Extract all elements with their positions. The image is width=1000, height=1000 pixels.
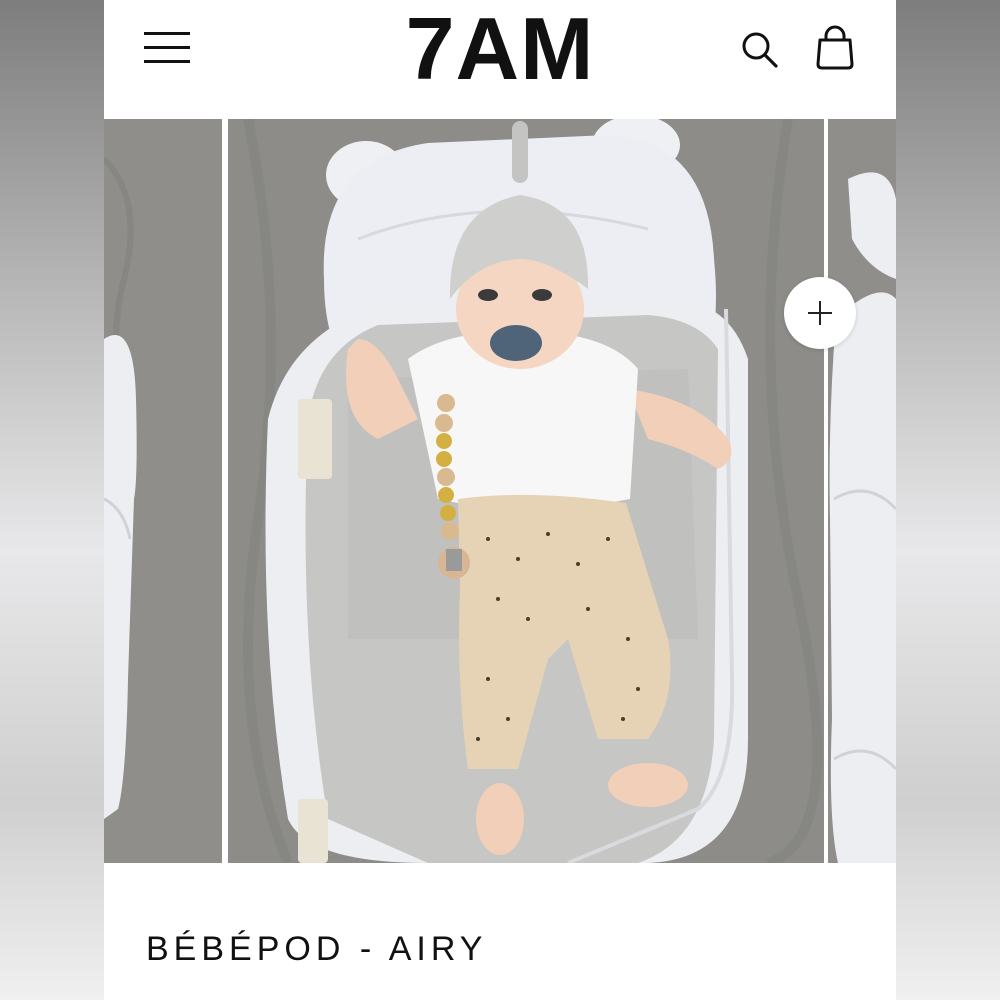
product-title: BÉBÉPOD - AIRY (146, 930, 488, 968)
product-image-bebepod (228, 119, 824, 863)
product-image-next (828, 119, 896, 863)
shopping-bag-icon (816, 25, 854, 70)
product-image-carousel[interactable] (104, 117, 896, 863)
app-screen: 7AM BÉBÉPOD - AIRY (104, 0, 896, 1000)
left-backdrop (0, 0, 104, 1000)
shopping-bag-button[interactable] (812, 24, 858, 72)
carousel-slide-current[interactable] (228, 119, 824, 863)
zoom-plus-button[interactable] (784, 277, 856, 349)
top-header: 7AM (104, 0, 896, 117)
search-button[interactable] (738, 28, 782, 72)
right-backdrop (896, 0, 1000, 1000)
carousel-slide-previous[interactable] (104, 119, 222, 863)
carousel-slide-next[interactable] (828, 119, 896, 863)
search-icon (742, 32, 778, 68)
product-image-previous (104, 119, 222, 863)
